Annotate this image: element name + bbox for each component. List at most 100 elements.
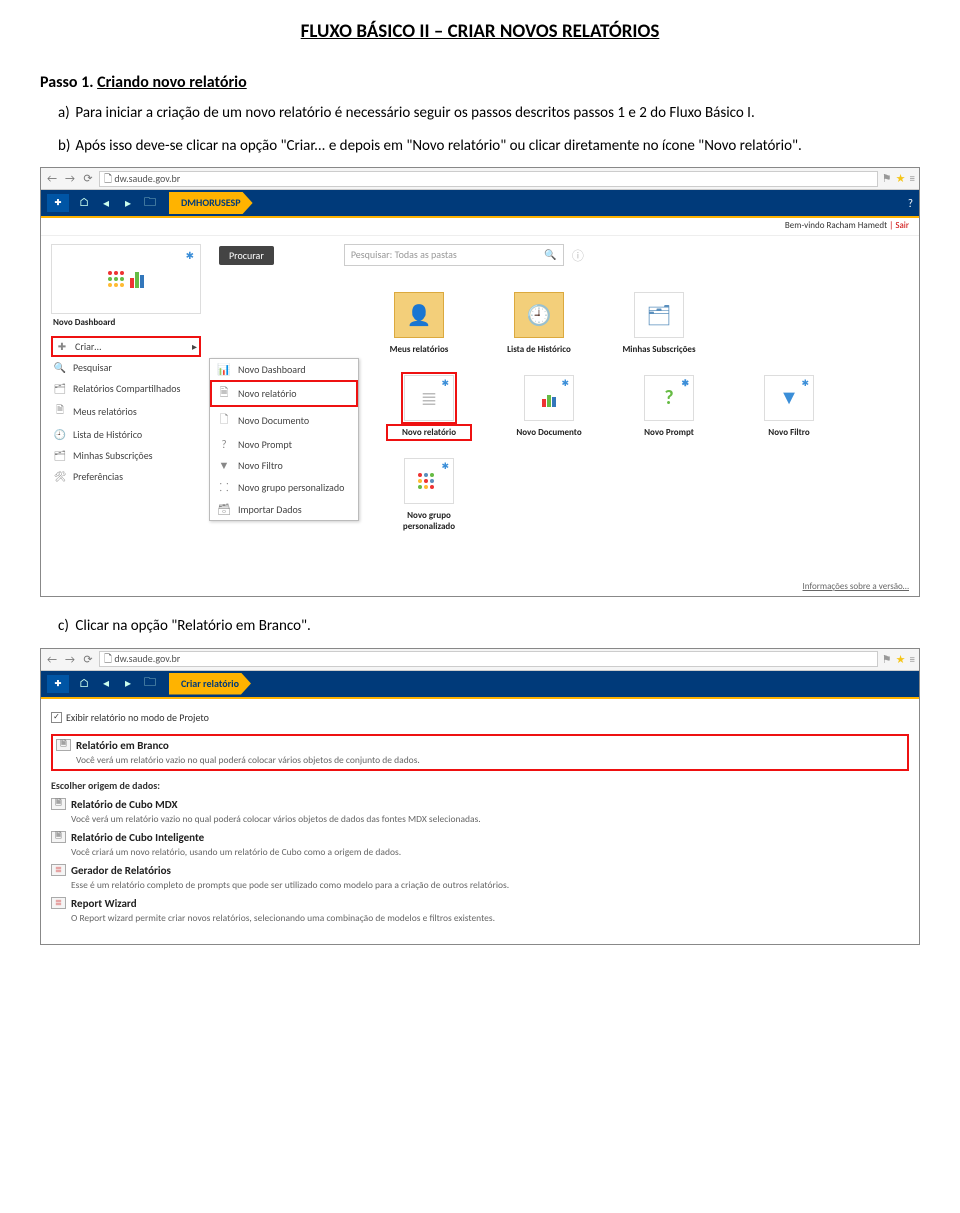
dropdown-novo-grupo[interactable]: ⸬ Novo grupo personalizado: [210, 476, 358, 499]
sidebar-label: Relatórios Compartilhados: [73, 382, 180, 395]
mdx-icon: 🗎: [51, 798, 66, 810]
nav-fwd-icon[interactable]: ▸: [121, 196, 135, 211]
back-icon[interactable]: ←: [45, 172, 59, 185]
sidebar-label: Meus relatórios: [73, 405, 137, 418]
search-icon[interactable]: 🔍: [544, 245, 556, 265]
sidebar-item-historico[interactable]: 🕘 Lista de Histórico: [51, 424, 201, 445]
reload-icon[interactable]: ⟳: [81, 172, 95, 185]
wrench-icon: 🛠: [53, 470, 67, 483]
back-icon[interactable]: ←: [45, 653, 59, 666]
option-relatorio-branco[interactable]: 🗎 Relatório em Branco Você verá um relat…: [51, 734, 909, 771]
dropdown-novo-filtro[interactable]: ▼ Novo Filtro: [210, 455, 358, 476]
tile-label: Novo relatório: [389, 427, 469, 438]
forward-icon[interactable]: →: [63, 172, 77, 185]
star-icon[interactable]: ★: [896, 653, 906, 666]
tile-novo-relatorio[interactable]: ≣✱ Novo relatório: [389, 375, 469, 438]
procurar-button[interactable]: Procurar: [219, 246, 274, 265]
logout-link[interactable]: | Sair: [889, 220, 909, 231]
forward-icon[interactable]: →: [63, 653, 77, 666]
tile-novo-documento[interactable]: ✱ Novo Documento: [509, 375, 589, 438]
tile-novo-prompt[interactable]: ?✱ Novo Prompt: [629, 375, 709, 438]
tile-novo-filtro[interactable]: ▼✱ Novo Filtro: [749, 375, 829, 438]
browser-toolbar: ← → ⟳ 🗋 dw.saude.gov.br ⚑ ★ ≡: [41, 168, 919, 190]
reload-icon[interactable]: ⟳: [81, 653, 95, 666]
menu-icon[interactable]: ≡: [910, 653, 915, 666]
option-cubo-mdx[interactable]: 🗎 Relatório de Cubo MDX Você verá um rel…: [51, 798, 909, 825]
dropdown-novo-documento[interactable]: 🗋 Novo Documento: [210, 407, 358, 434]
tile-lista-historico[interactable]: 🕘 Lista de Histórico: [499, 292, 579, 355]
option-desc: Você verá um relatório vazio no qual pod…: [71, 813, 909, 825]
folder-icon[interactable]: 🗀: [143, 193, 157, 214]
tile-label: Novo Documento: [509, 427, 589, 438]
home-icon[interactable]: ⌂: [77, 196, 91, 210]
tile-meus-relatorios[interactable]: 👤 Meus relatórios: [379, 292, 459, 355]
sidebar-item-meus-relatorios[interactable]: 🗎 Meus relatórios: [51, 399, 201, 424]
sidebar-item-pesquisar[interactable]: 🔍 Pesquisar: [51, 357, 201, 378]
option-report-wizard[interactable]: ≣ Report Wizard O Report wizard permite …: [51, 897, 909, 924]
menu-icon[interactable]: ≡: [910, 172, 915, 185]
flag-icon[interactable]: ⚑: [882, 653, 892, 666]
checkbox-icon: ✓: [51, 712, 62, 723]
breadcrumb[interactable]: DMHORUSESP: [169, 192, 253, 214]
help-icon[interactable]: ?: [908, 197, 913, 210]
option-desc: Esse é um relatório completo de prompts …: [71, 879, 909, 891]
bars-icon: [130, 270, 145, 288]
prompt-icon: ?✱: [644, 375, 694, 421]
flag-icon[interactable]: ⚑: [882, 172, 892, 185]
search-placeholder: Pesquisar: Todas as pastas: [351, 245, 457, 265]
dots-icon: [108, 271, 124, 287]
dropdown-label: Novo Dashboard: [238, 363, 306, 376]
info-icon[interactable]: ⓘ: [572, 247, 584, 264]
star-icon[interactable]: ★: [896, 172, 906, 185]
dropdown-novo-relatorio[interactable]: 🗎 Novo relatório: [210, 380, 358, 407]
folder-person-icon: 👤: [394, 292, 444, 338]
option-title: Gerador de Relatórios: [71, 864, 171, 877]
home-icon[interactable]: ⌂: [77, 677, 91, 691]
option-desc: O Report wizard permite criar novos rela…: [71, 912, 909, 924]
dropdown-importar-dados[interactable]: 🗃 Importar Dados: [210, 499, 358, 520]
address-text: dw.saude.gov.br: [114, 652, 180, 665]
star-badge-icon: ✱: [186, 249, 194, 262]
nav-back-icon[interactable]: ◂: [99, 196, 113, 211]
sidebar-label: Minhas Subscrições: [73, 449, 153, 462]
list-marker: b): [40, 135, 68, 158]
sidebar-label: Pesquisar: [73, 361, 112, 374]
dropdown-label: Novo grupo personalizado: [238, 481, 344, 494]
nav-back-icon[interactable]: ◂: [99, 676, 113, 691]
novo-dashboard-tile[interactable]: ✱: [51, 244, 201, 314]
report-icon: ≣✱: [404, 375, 454, 421]
list-item-b: b) Após isso deve-se clicar na opção "Cr…: [40, 135, 920, 158]
sus-logo: ✚: [47, 675, 69, 693]
folder-clock-icon: 🕘: [514, 292, 564, 338]
prompt-icon: ?: [216, 438, 232, 451]
sidebar-item-relatorios-compartilhados[interactable]: 🗂 Relatórios Compartilhados: [51, 378, 201, 399]
shared-icon: 🗂: [53, 382, 67, 395]
list-content: Para iniciar a criação de um novo relató…: [71, 102, 891, 125]
folder-icon[interactable]: 🗀: [143, 673, 157, 694]
sidebar-item-subscricoes[interactable]: 🗂 Minhas Subscrições: [51, 445, 201, 466]
sidebar-label: Preferências: [73, 470, 123, 483]
address-text: dw.saude.gov.br: [114, 172, 180, 185]
novo-dashboard-label: Novo Dashboard: [53, 317, 201, 328]
breadcrumb[interactable]: Criar relatório: [169, 673, 251, 695]
option-gerador-relatorios[interactable]: ≣ Gerador de Relatórios Esse é um relató…: [51, 864, 909, 891]
search-icon: 🔍: [53, 361, 67, 374]
section-escolher-origem: Escolher origem de dados:: [51, 779, 909, 792]
address-bar[interactable]: 🗋 dw.saude.gov.br: [99, 171, 878, 187]
search-input[interactable]: Pesquisar: Todas as pastas 🔍: [344, 244, 564, 266]
option-cubo-inteligente[interactable]: 🗎 Relatório de Cubo Inteligente Você cri…: [51, 831, 909, 858]
sidebar-item-preferencias[interactable]: 🛠 Preferências: [51, 466, 201, 487]
address-bar[interactable]: 🗋 dw.saude.gov.br: [99, 651, 878, 667]
nav-fwd-icon[interactable]: ▸: [121, 676, 135, 691]
group-dots-icon: ✱: [404, 458, 454, 504]
version-link[interactable]: Informações sobre a versão…: [803, 581, 910, 592]
exibir-projeto-checkbox[interactable]: ✓ Exibir relatório no modo de Projeto: [51, 711, 909, 724]
sidebar-item-criar[interactable]: ✚ Criar… ▸: [51, 336, 201, 357]
dropdown-novo-dashboard[interactable]: 📊 Novo Dashboard: [210, 359, 358, 380]
dropdown-novo-prompt[interactable]: ? Novo Prompt: [210, 434, 358, 455]
tile-novo-grupo[interactable]: ✱ Novo grupo personalizado: [389, 458, 469, 532]
option-title: Relatório de Cubo MDX: [71, 798, 178, 811]
tile-label: Minhas Subscrições: [619, 344, 699, 355]
tile-minhas-subscricoes[interactable]: 🗂 Minhas Subscrições: [619, 292, 699, 355]
list-item-a: a) Para iniciar a criação de um novo rel…: [40, 102, 920, 125]
